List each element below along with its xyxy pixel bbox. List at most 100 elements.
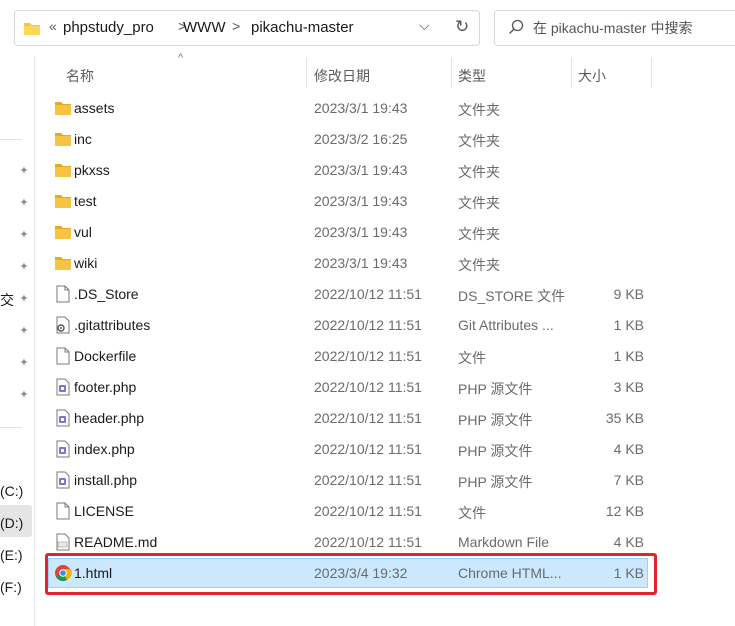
breadcrumb-overflow[interactable]: « — [49, 18, 57, 34]
file-row[interactable]: Dockerfile 2022/10/12 11:51 文件 1 KB — [48, 341, 648, 371]
file-type: PHP 源文件 — [458, 443, 533, 459]
file-date: 2023/3/1 19:43 — [314, 255, 408, 271]
php-file-icon — [56, 409, 70, 427]
file-type: DS_STORE 文件 — [458, 288, 566, 304]
file-row[interactable]: index.php 2022/10/12 11:51 PHP 源文件 4 KB — [48, 434, 648, 464]
file-row[interactable]: LICENSE 2022/10/12 11:51 文件 12 KB — [48, 496, 648, 526]
file-name: assets — [74, 100, 115, 116]
file-date: 2023/3/1 19:43 — [314, 224, 408, 240]
file-type: 文件夹 — [458, 195, 500, 211]
file-name: vul — [74, 224, 92, 240]
breadcrumb-separator[interactable]: > — [232, 18, 240, 34]
file-row[interactable]: inc 2023/3/2 16:25 文件夹 — [48, 124, 648, 154]
breadcrumb-phpstudy-pro[interactable]: phpstudy_pro — [63, 19, 154, 36]
file-type: 文件夹 — [458, 226, 500, 242]
file-name: wiki — [74, 255, 98, 271]
annotation-highlight-box — [45, 553, 657, 595]
folder-icon — [55, 133, 71, 146]
file-name: LICENSE — [74, 503, 134, 519]
pin-icon[interactable]: ✦ — [17, 324, 31, 338]
file-name: pkxss — [74, 162, 110, 178]
file-name: footer.php — [74, 379, 137, 395]
file-name: Dockerfile — [74, 348, 137, 364]
folder-icon — [55, 257, 71, 270]
file-icon — [56, 347, 70, 365]
address-dropdown-icon[interactable]: ⌵ — [419, 17, 430, 34]
column-divider[interactable] — [451, 58, 452, 88]
nav-divider — [0, 427, 22, 428]
file-date: 2023/3/2 16:25 — [314, 131, 408, 147]
pin-icon[interactable]: ✦ — [17, 164, 31, 178]
file-name: test — [74, 193, 97, 209]
refresh-icon[interactable]: ↻ — [455, 17, 469, 37]
column-header-type[interactable]: 类型 — [458, 66, 486, 86]
file-row[interactable]: vul 2023/3/1 19:43 文件夹 — [48, 217, 648, 247]
navigation-pane — [0, 56, 35, 626]
pin-icon[interactable]: ✦ — [17, 292, 31, 306]
address-bar[interactable]: « phpstudy_pro > WWW > pikachu-master ⌵ … — [14, 10, 480, 46]
column-header-date[interactable]: 修改日期 — [314, 66, 370, 86]
file-date: 2022/10/12 11:51 — [314, 379, 422, 395]
file-icon — [56, 285, 70, 303]
file-type: 文件 — [458, 505, 486, 521]
file-name: install.php — [74, 472, 138, 488]
file-row[interactable]: pkxss 2023/3/1 19:43 文件夹 — [48, 155, 648, 185]
nav-drive-d[interactable]: (D:) — [0, 515, 23, 531]
file-name: README.md — [74, 534, 158, 550]
file-name: .gitattributes — [74, 317, 151, 333]
search-icon — [509, 19, 524, 34]
nav-drive-e[interactable]: (E:) — [0, 547, 23, 563]
file-size: 4 KB — [613, 441, 644, 457]
pin-icon[interactable]: ✦ — [17, 260, 31, 274]
php-file-icon — [56, 378, 70, 396]
file-row[interactable]: footer.php 2022/10/12 11:51 PHP 源文件 3 KB — [48, 372, 648, 402]
file-name: .DS_Store — [74, 286, 139, 302]
nav-divider — [0, 139, 22, 140]
nav-drive-c[interactable]: (C:) — [0, 483, 23, 499]
nav-item-partial[interactable]: 交 — [0, 290, 14, 310]
file-row[interactable]: header.php 2022/10/12 11:51 PHP 源文件 35 KB — [48, 403, 648, 433]
file-type: Markdown File — [458, 534, 550, 550]
folder-icon — [55, 164, 71, 177]
file-type: 文件夹 — [458, 102, 500, 118]
file-size: 1 KB — [613, 348, 644, 364]
file-size: 9 KB — [613, 286, 644, 302]
nav-drive-f[interactable]: (F:) — [0, 579, 22, 595]
file-row[interactable]: install.php 2022/10/12 11:51 PHP 源文件 7 KB — [48, 465, 648, 495]
file-type: 文件夹 — [458, 164, 500, 180]
column-header-size[interactable]: 大小 — [578, 66, 606, 86]
column-divider[interactable] — [306, 58, 307, 88]
file-type: PHP 源文件 — [458, 474, 533, 490]
pin-icon[interactable]: ✦ — [17, 388, 31, 402]
folder-icon — [55, 226, 71, 239]
file-date: 2023/3/1 19:43 — [314, 162, 408, 178]
file-date: 2023/3/1 19:43 — [314, 193, 408, 209]
settings-file-icon — [56, 316, 70, 334]
file-date: 2022/10/12 11:51 — [314, 472, 422, 488]
file-row[interactable]: wiki 2023/3/1 19:43 文件夹 — [48, 248, 648, 278]
file-date: 2022/10/12 11:51 — [314, 410, 422, 426]
column-divider[interactable] — [571, 58, 572, 88]
pin-icon[interactable]: ✦ — [17, 356, 31, 370]
file-date: 2022/10/12 11:51 — [314, 503, 422, 519]
file-row[interactable]: .DS_Store 2022/10/12 11:51 DS_STORE 文件 9 KB — [48, 279, 648, 309]
file-type: PHP 源文件 — [458, 381, 533, 397]
file-type: 文件夹 — [458, 133, 500, 149]
breadcrumb-pikachu-master[interactable]: pikachu-master — [251, 19, 354, 36]
sort-ascending-icon: ^ — [178, 52, 184, 64]
search-input[interactable] — [533, 18, 735, 38]
file-name: index.php — [74, 441, 135, 457]
file-date: 2023/3/1 19:43 — [314, 100, 408, 116]
column-divider[interactable] — [651, 58, 652, 88]
search-box[interactable] — [494, 10, 735, 46]
file-row[interactable]: .gitattributes 2022/10/12 11:51 Git Attrib… — [48, 310, 648, 340]
file-date: 2022/10/12 11:51 — [314, 348, 422, 364]
file-row[interactable]: test 2023/3/1 19:43 文件夹 — [48, 186, 648, 216]
file-row[interactable]: assets 2023/3/1 19:43 文件夹 — [48, 93, 648, 123]
column-header-name[interactable]: 名称 — [66, 66, 94, 86]
pin-icon[interactable]: ✦ — [17, 228, 31, 242]
breadcrumb-www[interactable]: WWW — [183, 19, 225, 36]
file-date: 2022/10/12 11:51 — [314, 317, 422, 333]
file-type: 文件 — [458, 350, 486, 366]
pin-icon[interactable]: ✦ — [17, 196, 31, 210]
